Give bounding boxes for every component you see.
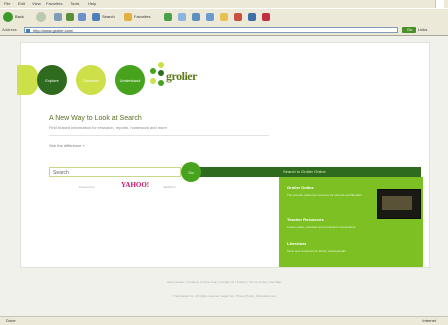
menu-favorites[interactable]: Favorites	[46, 1, 62, 6]
mail-icon[interactable]	[192, 13, 200, 21]
footer-links[interactable]: About Grolier | Products | Online Help |…	[0, 280, 448, 284]
stop-icon[interactable]	[54, 13, 62, 21]
messenger-icon[interactable]	[248, 13, 256, 21]
yahoo-search-text: SEARCH	[163, 185, 176, 189]
research-icon[interactable]	[262, 13, 270, 21]
search-scope-label: Search in Grolier Online	[283, 169, 326, 174]
difference-link[interactable]: See the difference »	[49, 143, 85, 148]
refresh-icon[interactable]	[66, 13, 74, 21]
powered-by-text: Powered by	[79, 185, 95, 189]
subline: Find trusted information for research, r…	[49, 125, 167, 130]
home-icon[interactable]	[78, 13, 86, 21]
grolier-logo[interactable]: grolier	[166, 69, 197, 84]
divider	[49, 135, 269, 136]
address-bar: Address http://www.grolier.com/ Go Links	[0, 25, 448, 36]
menu-edit[interactable]: Edit	[18, 1, 25, 6]
status-text: Done	[6, 318, 16, 323]
circle-discover[interactable]: Discover	[76, 65, 106, 95]
footer-copyright: © Scholastic Inc. All rights reserved. L…	[172, 294, 276, 298]
content-card: Explore Discover Understand grolier A Ne…	[17, 42, 430, 268]
edit-icon[interactable]	[220, 13, 228, 21]
thumbnail-image	[382, 196, 412, 210]
panel-title-1[interactable]: Grolier Online	[287, 185, 314, 190]
menu-tools[interactable]: Tools	[70, 1, 79, 6]
search-label[interactable]: Search	[102, 14, 115, 19]
favorites-icon[interactable]	[124, 13, 132, 21]
circle-explore-label: Explore	[45, 77, 59, 83]
address-label: Address	[2, 27, 17, 32]
search-input-value: Search	[53, 170, 69, 176]
back-icon[interactable]	[3, 12, 13, 22]
search-go-button[interactable]: Go	[181, 162, 201, 182]
yahoo-logo: YAHOO!	[121, 181, 150, 189]
side-panel: Grolier Online The premier reference res…	[279, 177, 423, 267]
menu-file[interactable]: File	[4, 1, 10, 6]
address-url: http://www.grolier.com/	[33, 28, 74, 33]
discuss-icon[interactable]	[234, 13, 242, 21]
circle-understand-label: Understand	[119, 77, 141, 83]
history-icon[interactable]	[178, 13, 186, 21]
favorites-label[interactable]: Favorites	[134, 14, 150, 19]
menu-view[interactable]: View	[32, 1, 41, 6]
search-go-label: Go	[188, 169, 194, 175]
page-icon	[26, 29, 30, 33]
links-label[interactable]: Links	[418, 27, 427, 32]
panel-title-2[interactable]: Teacher Resources	[287, 217, 324, 222]
circle-discover-label: Discover	[83, 77, 99, 83]
left-edge-circle	[17, 65, 39, 95]
forward-icon[interactable]	[36, 12, 46, 22]
search-icon[interactable]	[92, 13, 100, 21]
zone-text: Internet	[422, 318, 436, 323]
video-thumbnail[interactable]	[377, 189, 421, 219]
media-icon[interactable]	[164, 13, 172, 21]
print-icon[interactable]	[206, 13, 214, 21]
menu-help[interactable]: Help	[88, 1, 96, 6]
page-area: Explore Discover Understand grolier A Ne…	[0, 36, 448, 316]
circle-understand[interactable]: Understand	[115, 65, 145, 95]
back-label[interactable]: Back	[15, 14, 24, 19]
go-button[interactable]: Go	[402, 27, 416, 33]
panel-text-2: Lesson plans, activities and curriculum …	[287, 225, 356, 229]
search-scope-bar[interactable]: Search in Grolier Online	[199, 167, 421, 177]
address-input[interactable]: http://www.grolier.com/	[24, 27, 398, 33]
search-input[interactable]: Search	[49, 167, 181, 177]
headline: A New Way to Look at Search	[49, 115, 142, 122]
circle-explore[interactable]: Explore	[37, 65, 67, 95]
panel-title-3[interactable]: Librarians	[287, 241, 306, 246]
panel-text-1: The premier reference resource for schoo…	[287, 193, 362, 197]
panel-text-3: Tools and resources for library professi…	[287, 249, 346, 253]
toolbar: Back Search Favorites	[0, 8, 448, 26]
go-label: Go	[407, 27, 413, 32]
menu-bar: File Edit View Favorites Tools Help	[0, 0, 448, 8]
windows-logo-icon	[435, 0, 444, 8]
